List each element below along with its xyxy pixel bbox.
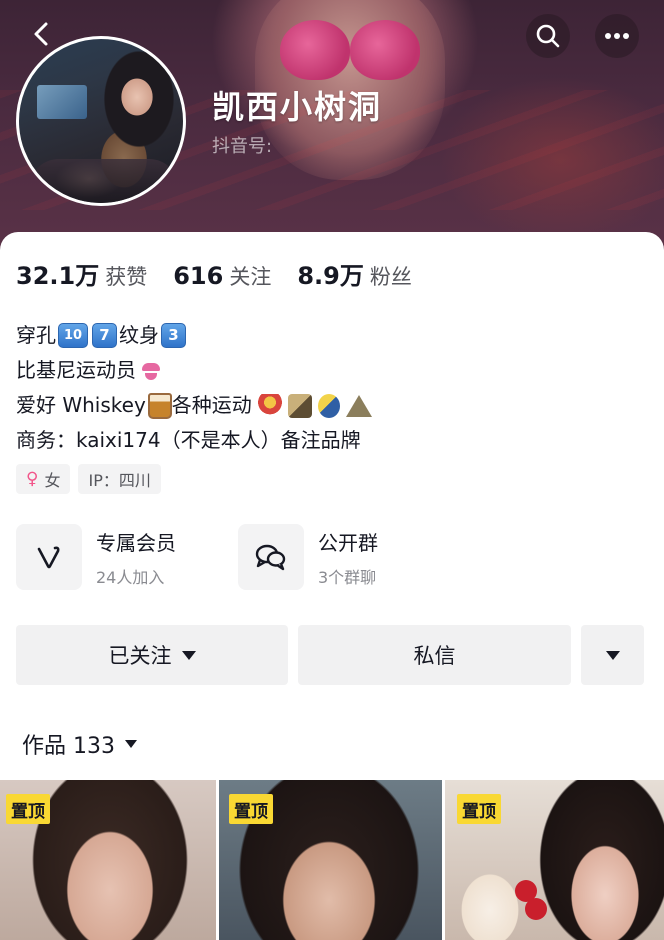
thumbnail-detail xyxy=(525,898,547,920)
mountain-icon xyxy=(345,394,372,417)
more-options-dropdown[interactable] xyxy=(581,625,644,685)
pinned-badge: 置顶 xyxy=(6,794,50,824)
caret-down-icon xyxy=(605,650,620,660)
member-subtitle: 24人加入 xyxy=(96,567,165,587)
bio-text: 商务：kaixi174（不是本人）备注品牌 xyxy=(16,428,361,452)
followed-label: 已关注 xyxy=(108,644,172,668)
bio-text: 纹身 xyxy=(119,323,159,347)
stat-label: 粉丝 xyxy=(369,265,412,289)
works-tab[interactable]: 作品 133 xyxy=(22,728,137,760)
keycap-7-icon: 7 xyxy=(92,323,117,348)
female-icon: ♀ xyxy=(26,469,39,489)
bio-line: 比基尼运动员 xyxy=(16,353,372,388)
member-icon-box xyxy=(16,524,82,590)
search-button[interactable] xyxy=(526,14,570,58)
ip-label: IP：四川 xyxy=(88,471,151,490)
pinned-badge: 置顶 xyxy=(229,794,273,824)
chat-bubbles-icon xyxy=(255,544,286,571)
bio-text: 各种运动 xyxy=(171,393,252,417)
works-label: 作品 133 xyxy=(22,734,115,759)
v-icon xyxy=(37,546,60,569)
bio-line: 爱好 Whiskey 各种运动 xyxy=(16,388,372,423)
avatar-detail xyxy=(29,159,179,203)
bikini-icon xyxy=(140,361,162,381)
stat-label: 关注 xyxy=(229,265,272,289)
profile-tags: ♀ 女 IP：四川 xyxy=(16,464,169,494)
stats-row: 32.1万 获赞 616 关注 8.9万 粉丝 xyxy=(16,256,438,291)
gender-label: 女 xyxy=(44,471,61,490)
video-thumbnail[interactable]: 置顶 xyxy=(445,780,664,940)
more-button[interactable] xyxy=(595,14,639,58)
stat-followers[interactable]: 8.9万 粉丝 xyxy=(297,256,412,291)
group-icon-box xyxy=(238,524,304,590)
followed-button[interactable]: 已关注 xyxy=(16,625,288,685)
keycap-10-icon: 10 xyxy=(58,323,88,348)
exclusive-member-entry[interactable]: 专属会员 24人加入 xyxy=(16,524,176,590)
bio-text: 比基尼运动员 xyxy=(16,358,136,382)
search-icon xyxy=(536,24,560,48)
pinned-badge: 置顶 xyxy=(457,794,501,824)
stat-number: 8.9万 xyxy=(297,262,364,290)
stat-likes[interactable]: 32.1万 获赞 xyxy=(16,256,147,291)
bio-line: 商务：kaixi174（不是本人）备注品牌 xyxy=(16,423,372,458)
stat-number: 616 xyxy=(173,262,224,290)
avatar-detail xyxy=(37,85,87,119)
banner-decor xyxy=(350,20,420,80)
stat-number: 32.1万 xyxy=(16,262,100,290)
ip-tag: IP：四川 xyxy=(78,464,161,494)
group-title: 公开群 xyxy=(318,530,378,555)
video-thumbnail[interactable]: 置顶 xyxy=(0,780,216,940)
profile-bio: 穿孔 10 7 纹身 3 比基尼运动员 爱好 Whiskey 各种运动 商务：k… xyxy=(16,318,372,458)
back-icon xyxy=(34,22,48,46)
banner-decor xyxy=(280,20,350,80)
member-text: 专属会员 24人加入 xyxy=(96,527,176,588)
more-icon xyxy=(605,33,629,39)
keycap-3-icon: 3 xyxy=(161,323,186,348)
profile-nickname: 凯西小树洞 xyxy=(212,88,383,126)
douyin-id[interactable]: 抖音号: xyxy=(212,132,272,158)
message-button[interactable]: 私信 xyxy=(298,625,571,685)
group-text: 公开群 3个群聊 xyxy=(318,527,378,588)
sport-icon xyxy=(287,393,312,418)
member-title: 专属会员 xyxy=(96,530,176,555)
bio-text: 穿孔 xyxy=(16,323,56,347)
bio-text: 爱好 Whiskey xyxy=(16,393,146,417)
video-thumbnail[interactable]: 置顶 xyxy=(219,780,442,940)
public-group-entry[interactable]: 公开群 3个群聊 xyxy=(238,524,378,590)
bio-line: 穿孔 10 7 纹身 3 xyxy=(16,318,372,353)
skiing-icon xyxy=(317,393,340,418)
weightlifting-icon xyxy=(257,393,282,418)
gender-tag: ♀ 女 xyxy=(16,464,71,494)
message-label: 私信 xyxy=(413,644,456,668)
whiskey-glass-icon xyxy=(147,392,172,419)
avatar[interactable] xyxy=(16,36,186,206)
stat-label: 获赞 xyxy=(105,265,148,289)
group-subtitle: 3个群聊 xyxy=(318,567,377,587)
stat-following[interactable]: 616 关注 xyxy=(173,261,271,291)
caret-down-icon xyxy=(125,740,137,748)
caret-down-icon xyxy=(181,650,196,660)
